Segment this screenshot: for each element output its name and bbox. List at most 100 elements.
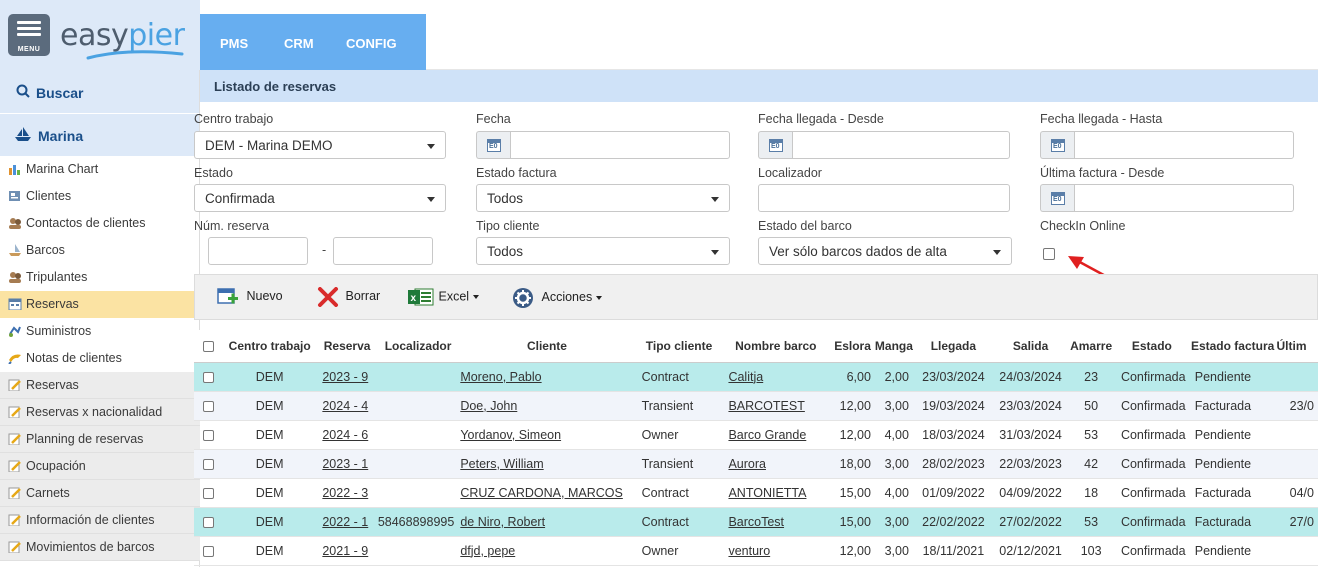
cell-reserva-link[interactable]: 2024 - 4 [316, 391, 378, 421]
column-header[interactable]: Tipo cliente [635, 330, 723, 363]
calendar-button[interactable] [1040, 184, 1074, 212]
cell-barco-link[interactable]: BARCOTEST [722, 391, 830, 421]
table-row[interactable]: DEM 2023 - 9 Moreno, Pablo Contract Cali… [194, 362, 1318, 392]
cell-cliente-link[interactable]: dfjd, pepe [458, 536, 636, 566]
sidebar-report-reservas-nacionalidad[interactable]: Reservas x nacionalidad [0, 399, 200, 426]
column-header[interactable]: Salida [993, 330, 1068, 363]
estado-factura-select[interactable]: Todos [476, 184, 730, 212]
column-header[interactable]: Llegada [912, 330, 994, 363]
fecha-llegada-hasta-field[interactable] [1040, 131, 1294, 159]
sidebar-section-marina[interactable]: Marina [0, 114, 199, 156]
cell-reserva-link[interactable]: 2023 - 9 [316, 362, 378, 392]
cell-cliente-link[interactable]: Yordanov, Simeon [458, 420, 636, 450]
column-header[interactable]: Últim [1276, 330, 1318, 363]
sidebar-item-marina-chart[interactable]: Marina Chart [0, 156, 200, 183]
table-row[interactable]: DEM 2023 - 1 Peters, William Transient A… [194, 449, 1318, 479]
fecha-llegada-hasta-input[interactable] [1074, 131, 1294, 159]
ultima-factura-desde-field[interactable] [1040, 184, 1294, 212]
nuevo-button[interactable]: Nuevo [217, 287, 283, 307]
estado-select[interactable]: Confirmada [194, 184, 446, 212]
sidebar-item-notas[interactable]: Notas de clientes [0, 345, 200, 372]
row-checkbox[interactable] [203, 487, 214, 499]
fecha-field[interactable] [476, 131, 730, 159]
sidebar-item-suministros[interactable]: Suministros [0, 318, 200, 345]
column-header[interactable]: Estado [1114, 330, 1189, 363]
cell-barco-link[interactable]: ANTONIETTA [722, 478, 830, 508]
checkin-online-checkbox[interactable] [1043, 248, 1055, 260]
tab-pms[interactable]: PMS [220, 36, 248, 51]
cell-reserva-link[interactable]: 2024 - 6 [316, 420, 378, 450]
cell-cliente-link[interactable]: CRUZ CARDONA, MARCOS [458, 478, 636, 508]
table-row[interactable]: DEM 2024 - 4 Doe, John Transient BARCOTE… [194, 391, 1318, 421]
cell-cliente-link[interactable]: Doe, John [458, 391, 636, 421]
calendar-button[interactable] [1040, 131, 1074, 159]
tab-config[interactable]: CONFIG [346, 36, 397, 51]
chart-icon [9, 165, 20, 175]
sidebar-search[interactable]: Buscar [0, 70, 199, 114]
table-row[interactable]: DEM 2024 - 6 Yordanov, Simeon Owner Barc… [194, 420, 1318, 450]
cell-reserva-link[interactable]: 2023 - 1 [316, 449, 378, 479]
sidebar-report-info-clientes[interactable]: Información de clientes [0, 507, 200, 534]
num-reserva-from-input[interactable] [208, 237, 308, 265]
sidebar-report-reservas[interactable]: Reservas [0, 372, 200, 399]
row-checkbox[interactable] [203, 545, 214, 557]
cell-cliente-link[interactable]: Moreno, Pablo [458, 362, 636, 392]
num-reserva-to-input[interactable] [333, 237, 433, 265]
select-all-checkbox[interactable] [203, 341, 214, 353]
cell-barco-link[interactable]: Aurora [722, 449, 830, 479]
cell-eslora: 18,00 [829, 449, 875, 479]
calendar-button[interactable] [758, 131, 792, 159]
sidebar-report-movimientos[interactable]: Movimientos de barcos [0, 534, 200, 561]
column-header[interactable]: Localizador [377, 330, 459, 363]
row-checkbox[interactable] [203, 400, 214, 412]
sidebar-item-barcos[interactable]: Barcos [0, 237, 200, 264]
localizador-input[interactable] [758, 184, 1010, 212]
column-header[interactable]: Cliente [458, 330, 636, 363]
sidebar-report-planning[interactable]: Planning de reservas [0, 426, 200, 453]
cell-barco-link[interactable]: venturo [722, 536, 830, 566]
excel-button[interactable]: x Excel [407, 287, 480, 307]
sidebar-report-ocupacion[interactable]: Ocupación [0, 453, 200, 480]
sidebar-report-carnets[interactable]: Carnets [0, 480, 200, 507]
sidebar-item-reservas[interactable]: Reservas [0, 291, 200, 318]
hamburger-menu-button[interactable]: MENU [8, 14, 50, 56]
table-row[interactable]: DEM 2022 - 1 58468898995 de Niro, Robert… [194, 507, 1318, 537]
sidebar-item-tripulantes[interactable]: Tripulantes [0, 264, 200, 291]
row-checkbox[interactable] [203, 458, 214, 470]
cell-barco-link[interactable]: Calitja [722, 362, 830, 392]
column-header[interactable]: Manga [874, 330, 913, 363]
acciones-button[interactable]: Acciones [511, 287, 603, 309]
calendar-button[interactable] [476, 131, 510, 159]
row-checkbox[interactable] [203, 429, 214, 441]
ultima-factura-desde-input[interactable] [1074, 184, 1294, 212]
row-checkbox[interactable] [203, 371, 214, 383]
cell-reserva-link[interactable]: 2022 - 1 [316, 507, 378, 537]
column-header[interactable]: Estado factura [1188, 330, 1277, 363]
estado-barco-select[interactable]: Ver sólo barcos dados de alta [758, 237, 1012, 265]
borrar-button[interactable]: Borrar [317, 287, 380, 307]
column-header[interactable]: Amarre [1067, 330, 1115, 363]
fecha-llegada-desde-input[interactable] [792, 131, 1010, 159]
column-header[interactable]: Centro trabajo [223, 330, 317, 363]
column-header[interactable]: Eslora [829, 330, 875, 363]
tipo-cliente-select[interactable]: Todos [476, 237, 730, 265]
cell-centro: DEM [223, 420, 317, 450]
centro-trabajo-select[interactable]: DEM - Marina DEMO [194, 131, 446, 159]
sidebar-item-contactos[interactable]: Contactos de clientes [0, 210, 200, 237]
cell-ultima [1276, 449, 1318, 479]
fecha-llegada-desde-field[interactable] [758, 131, 1010, 159]
fecha-input[interactable] [510, 131, 730, 159]
cell-cliente-link[interactable]: Peters, William [458, 449, 636, 479]
cell-reserva-link[interactable]: 2022 - 3 [316, 478, 378, 508]
cell-barco-link[interactable]: Barco Grande [722, 420, 830, 450]
column-header[interactable]: Reserva [316, 330, 378, 363]
cell-cliente-link[interactable]: de Niro, Robert [458, 507, 636, 537]
sidebar-item-clientes[interactable]: Clientes [0, 183, 200, 210]
table-row[interactable]: DEM 2021 - 9 dfjd, pepe Owner venturo 12… [194, 536, 1318, 566]
cell-reserva-link[interactable]: 2021 - 9 [316, 536, 378, 566]
table-row[interactable]: DEM 2022 - 3 CRUZ CARDONA, MARCOS Contra… [194, 478, 1318, 508]
row-checkbox[interactable] [203, 516, 214, 528]
column-header[interactable]: Nombre barco [722, 330, 830, 363]
cell-barco-link[interactable]: BarcoTest [722, 507, 830, 537]
tab-crm[interactable]: CRM [284, 36, 314, 51]
